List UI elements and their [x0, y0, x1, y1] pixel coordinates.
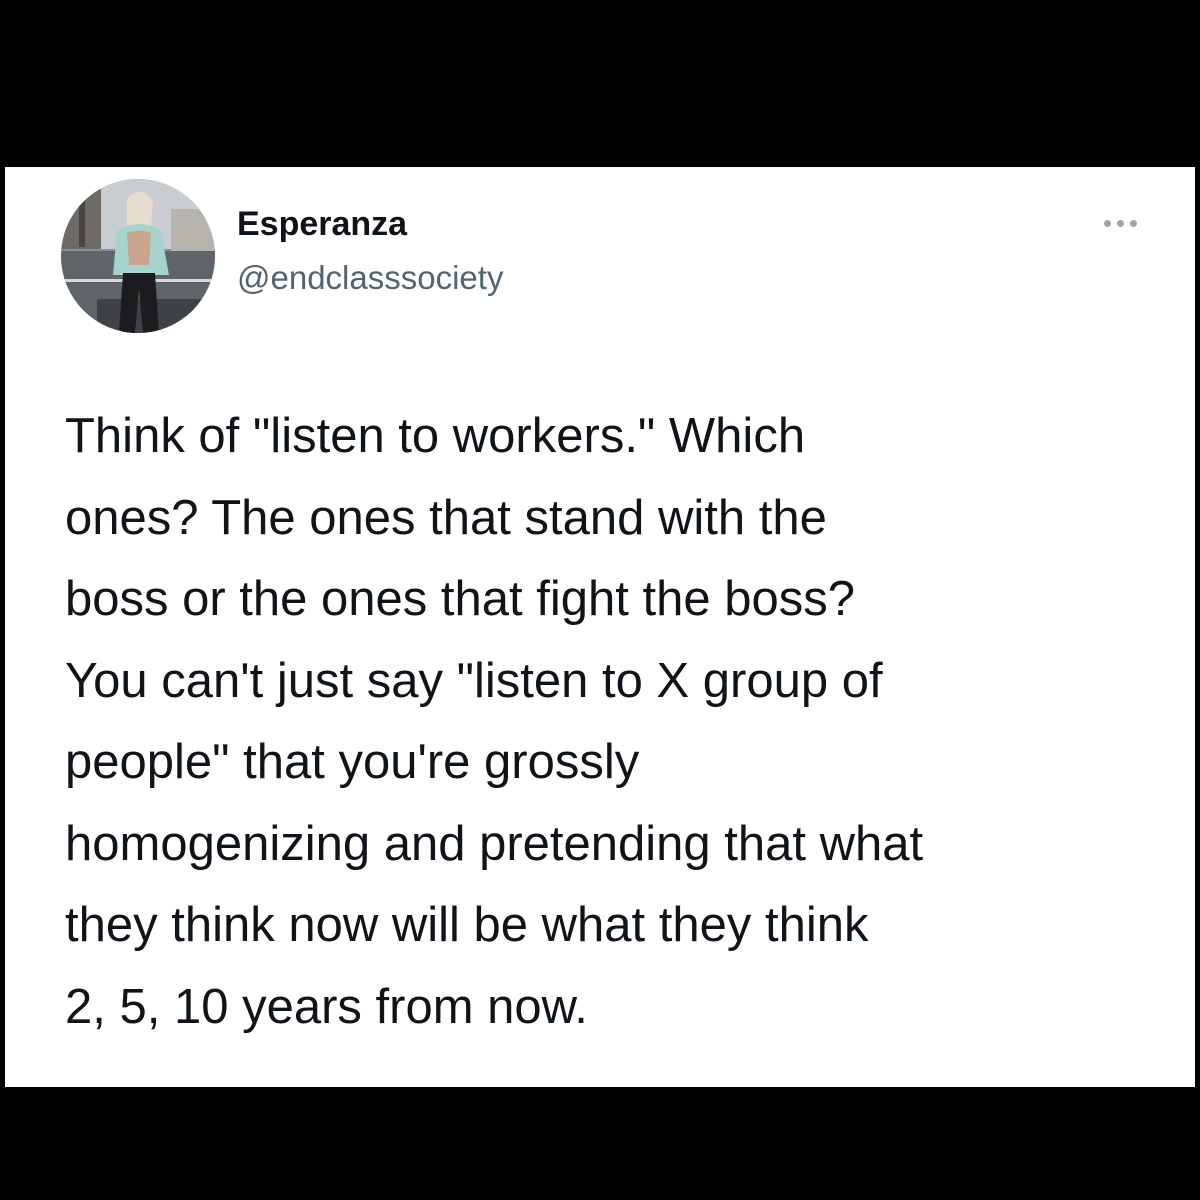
tweet-card: Esperanza @endclasssociety Think of "lis…: [5, 167, 1195, 1087]
tweet-text-line: ones? The ones that stand with the: [65, 490, 827, 545]
more-horizontal-icon-dot: [1129, 219, 1137, 227]
tweet-text-line: You can't just say "listen to X group of: [65, 653, 883, 708]
screenshot-frame: Esperanza @endclasssociety Think of "lis…: [0, 0, 1200, 1200]
author-display-name[interactable]: Esperanza: [237, 205, 407, 244]
tweet-text: Think of "listen to workers." Which ones…: [65, 396, 1175, 1048]
tweet-text-line: people" that you're grossly: [65, 735, 640, 789]
more-horizontal-icon: [1103, 219, 1111, 227]
avatar[interactable]: [61, 179, 215, 333]
author-handle[interactable]: @endclasssociety: [237, 259, 503, 297]
tweet-text-line: homogenizing and pretending that what: [65, 816, 924, 871]
more-horizontal-icon-dot: [1116, 219, 1124, 227]
avatar-photo: [61, 179, 215, 333]
tweet-text-line: 2, 5, 10 years from now.: [65, 979, 588, 1034]
tweet-text-line: they think now will be what they think: [65, 898, 869, 952]
tweet-text-line: boss or the ones that fight the boss?: [65, 572, 855, 626]
more-options-button[interactable]: [1093, 211, 1147, 235]
tweet-text-line: Think of "listen to workers." Which: [65, 409, 806, 463]
